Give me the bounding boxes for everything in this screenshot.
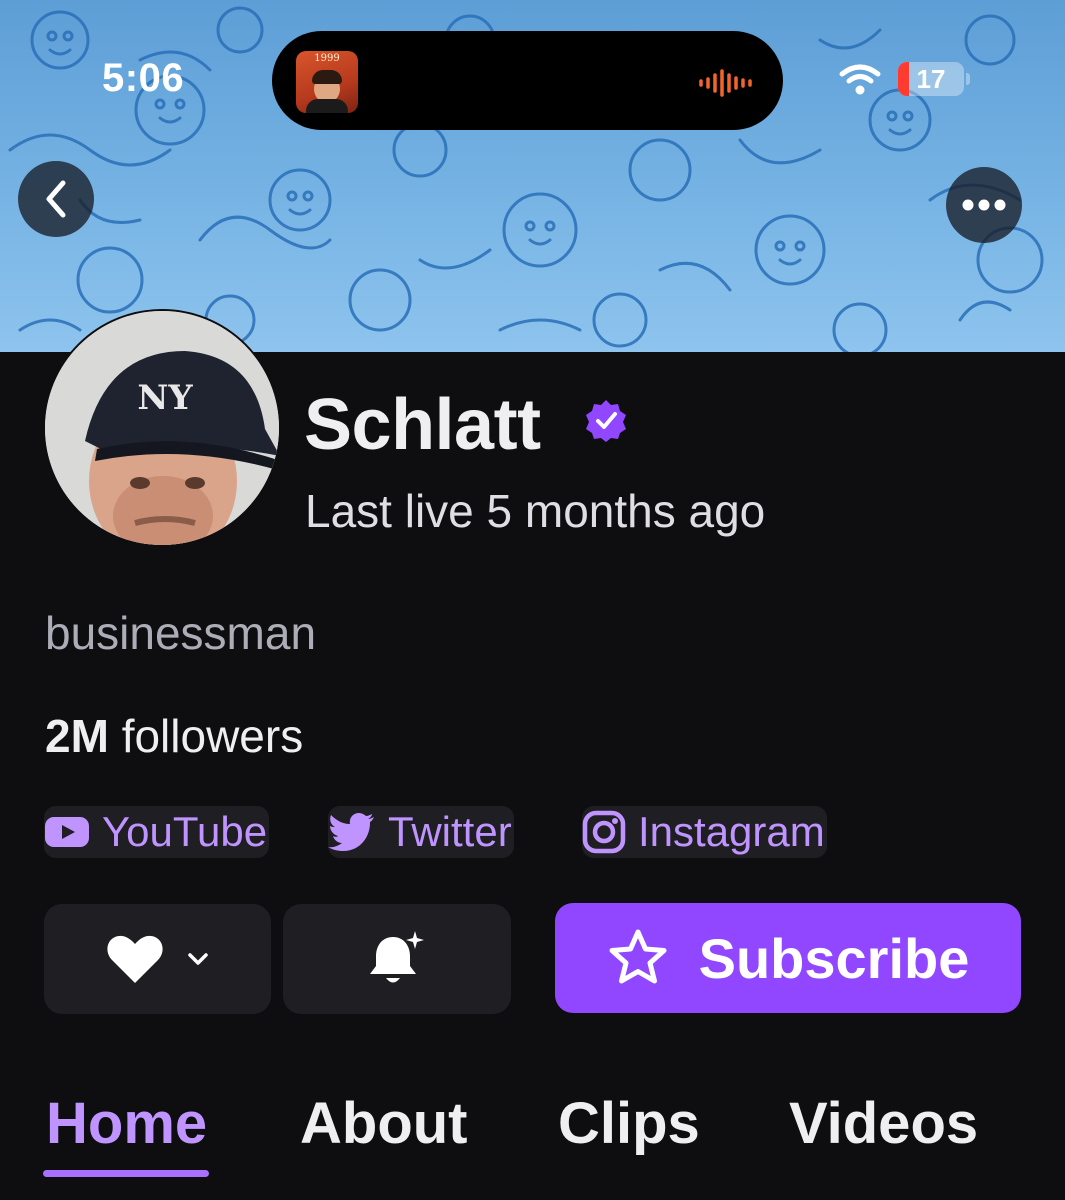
channel-bio: businessman bbox=[45, 607, 317, 659]
more-options-button[interactable] bbox=[946, 167, 1022, 243]
subscribe-label: Subscribe bbox=[698, 926, 970, 990]
verified-badge-icon bbox=[586, 400, 626, 442]
notifications-button[interactable] bbox=[283, 904, 511, 1014]
svg-text:NY: NY bbox=[137, 378, 193, 418]
album-art: 1999 bbox=[296, 51, 358, 113]
status-bar-indicators: 17 bbox=[838, 62, 970, 98]
follow-button[interactable] bbox=[44, 904, 271, 1014]
follower-count-label: followers bbox=[121, 710, 304, 762]
star-icon bbox=[609, 929, 667, 984]
instagram-icon bbox=[582, 810, 626, 854]
more-horizontal-icon bbox=[962, 199, 1006, 211]
youtube-icon bbox=[45, 817, 89, 847]
tab-videos[interactable]: Videos bbox=[789, 1090, 978, 1157]
chevron-down-icon bbox=[187, 953, 208, 965]
social-link-instagram[interactable]: Instagram bbox=[582, 806, 827, 858]
dynamic-island-now-playing[interactable]: 1999 bbox=[272, 31, 783, 130]
follower-count: 2M followers bbox=[45, 709, 303, 763]
social-link-label: Instagram bbox=[638, 808, 825, 855]
audio-waveform-icon bbox=[699, 69, 752, 97]
channel-name: Schlatt bbox=[304, 385, 541, 465]
battery-icon: 17 bbox=[898, 62, 964, 96]
social-link-youtube[interactable]: YouTube bbox=[44, 806, 270, 858]
chevron-left-icon bbox=[46, 180, 66, 218]
subscribe-button[interactable]: Subscribe bbox=[555, 903, 1021, 1013]
tab-home[interactable]: Home bbox=[46, 1090, 207, 1157]
avatar-photo: NY bbox=[45, 311, 279, 545]
last-live-status: Last live 5 months ago bbox=[305, 485, 766, 537]
avatar[interactable]: NY bbox=[43, 309, 281, 547]
tab-clips[interactable]: Clips bbox=[558, 1090, 700, 1157]
social-link-label: Twitter bbox=[388, 808, 512, 855]
twitter-icon bbox=[328, 813, 374, 851]
heart-icon bbox=[106, 935, 163, 983]
battery-level: 17 bbox=[916, 64, 946, 94]
follower-count-value: 2M bbox=[45, 710, 109, 762]
social-link-twitter[interactable]: Twitter bbox=[328, 806, 514, 858]
bell-sparkle-icon bbox=[370, 931, 424, 983]
back-button[interactable] bbox=[18, 161, 94, 237]
wifi-icon bbox=[839, 64, 881, 95]
channel-tabs: Home About Clips Videos bbox=[0, 1080, 1065, 1200]
social-link-label: YouTube bbox=[102, 808, 268, 855]
status-bar-time: 5:06 bbox=[102, 56, 185, 100]
tab-about[interactable]: About bbox=[300, 1090, 468, 1157]
album-art-text: 1999 bbox=[314, 53, 340, 64]
active-tab-indicator bbox=[43, 1170, 209, 1177]
profile-banner: 5:06 1999 17 bbox=[0, 0, 1065, 352]
